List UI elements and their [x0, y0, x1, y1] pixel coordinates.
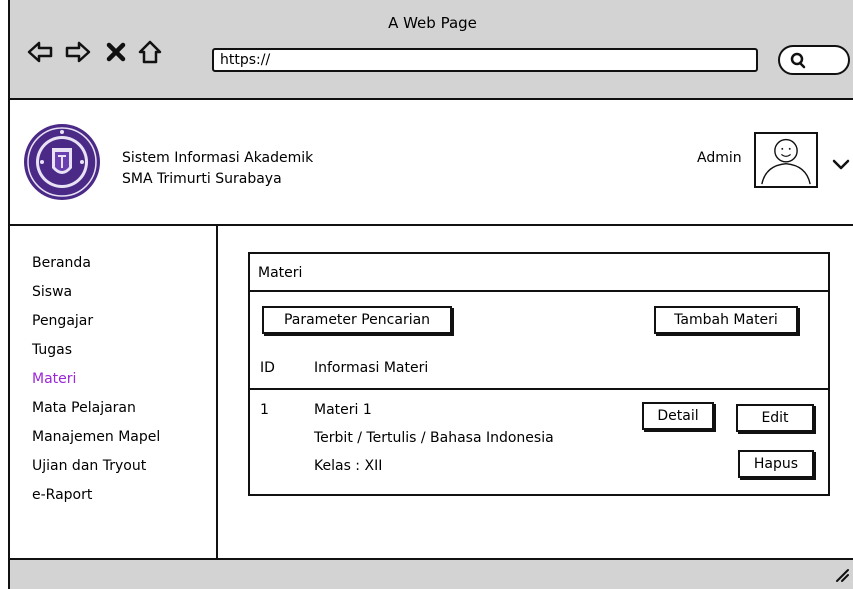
- browser-search-button[interactable]: [778, 45, 850, 75]
- materi-publisher: Terbit / Tertulis / Bahasa Indonesia: [314, 430, 554, 446]
- column-header-id: ID: [260, 360, 275, 376]
- sidebar-item-pengajar[interactable]: Pengajar: [32, 312, 160, 341]
- home-icon[interactable]: [136, 38, 164, 66]
- sidebar-menu: Beranda Siswa Pengajar Tugas Materi Mata…: [32, 254, 160, 515]
- panel-title: Materi: [250, 254, 828, 292]
- sidebar-item-manajemen-mapel[interactable]: Manajemen Mapel: [32, 428, 160, 457]
- status-bar: [10, 558, 853, 589]
- materi-name: Materi 1: [314, 402, 372, 418]
- app-header: Sistem Informasi Akademik SMA Trimurti S…: [10, 100, 853, 226]
- app-title-line1: Sistem Informasi Akademik: [122, 150, 314, 166]
- app-title: Sistem Informasi Akademik SMA Trimurti S…: [122, 148, 313, 190]
- sidebar: Beranda Siswa Pengajar Tugas Materi Mata…: [10, 226, 218, 558]
- close-x-icon[interactable]: [104, 38, 128, 66]
- resize-handle-icon[interactable]: [833, 566, 849, 582]
- search-parameter-button[interactable]: Parameter Pencarian: [262, 306, 452, 334]
- back-arrow-icon[interactable]: [26, 38, 54, 66]
- window-title: A Web Page: [388, 14, 477, 32]
- row-id: 1: [260, 402, 269, 418]
- edit-button[interactable]: Edit: [736, 404, 814, 432]
- app-title-line2: SMA Trimurti Surabaya: [122, 171, 282, 187]
- materi-class: Kelas : XII: [314, 458, 383, 474]
- sidebar-item-e-raport[interactable]: e-Raport: [32, 486, 160, 515]
- search-icon: [790, 52, 806, 69]
- sidebar-item-ujian-dan-tryout[interactable]: Ujian dan Tryout: [32, 457, 160, 486]
- sidebar-item-mata-pelajaran[interactable]: Mata Pelajaran: [32, 399, 160, 428]
- materi-panel: Materi Parameter Pencarian Tambah Materi…: [248, 252, 830, 496]
- avatar[interactable]: [754, 132, 818, 188]
- add-materi-button[interactable]: Tambah Materi: [654, 306, 798, 334]
- browser-window: A Web Page https:// Sistem Informasi Aka…: [8, 0, 853, 589]
- url-input[interactable]: https://: [212, 48, 758, 72]
- forward-arrow-icon[interactable]: [64, 38, 92, 66]
- sidebar-item-siswa[interactable]: Siswa: [32, 283, 160, 312]
- column-header-info: Informasi Materi: [314, 360, 429, 376]
- browser-chrome: A Web Page https://: [10, 0, 853, 100]
- detail-button[interactable]: Detail: [642, 402, 714, 430]
- chevron-down-icon[interactable]: [832, 155, 850, 170]
- sidebar-item-beranda[interactable]: Beranda: [32, 254, 160, 283]
- user-name[interactable]: Admin: [697, 150, 742, 166]
- sidebar-item-tugas[interactable]: Tugas: [32, 341, 160, 370]
- header-divider: [250, 388, 828, 390]
- delete-button[interactable]: Hapus: [738, 450, 814, 478]
- sidebar-item-materi[interactable]: Materi: [32, 370, 160, 399]
- school-logo: [22, 122, 102, 202]
